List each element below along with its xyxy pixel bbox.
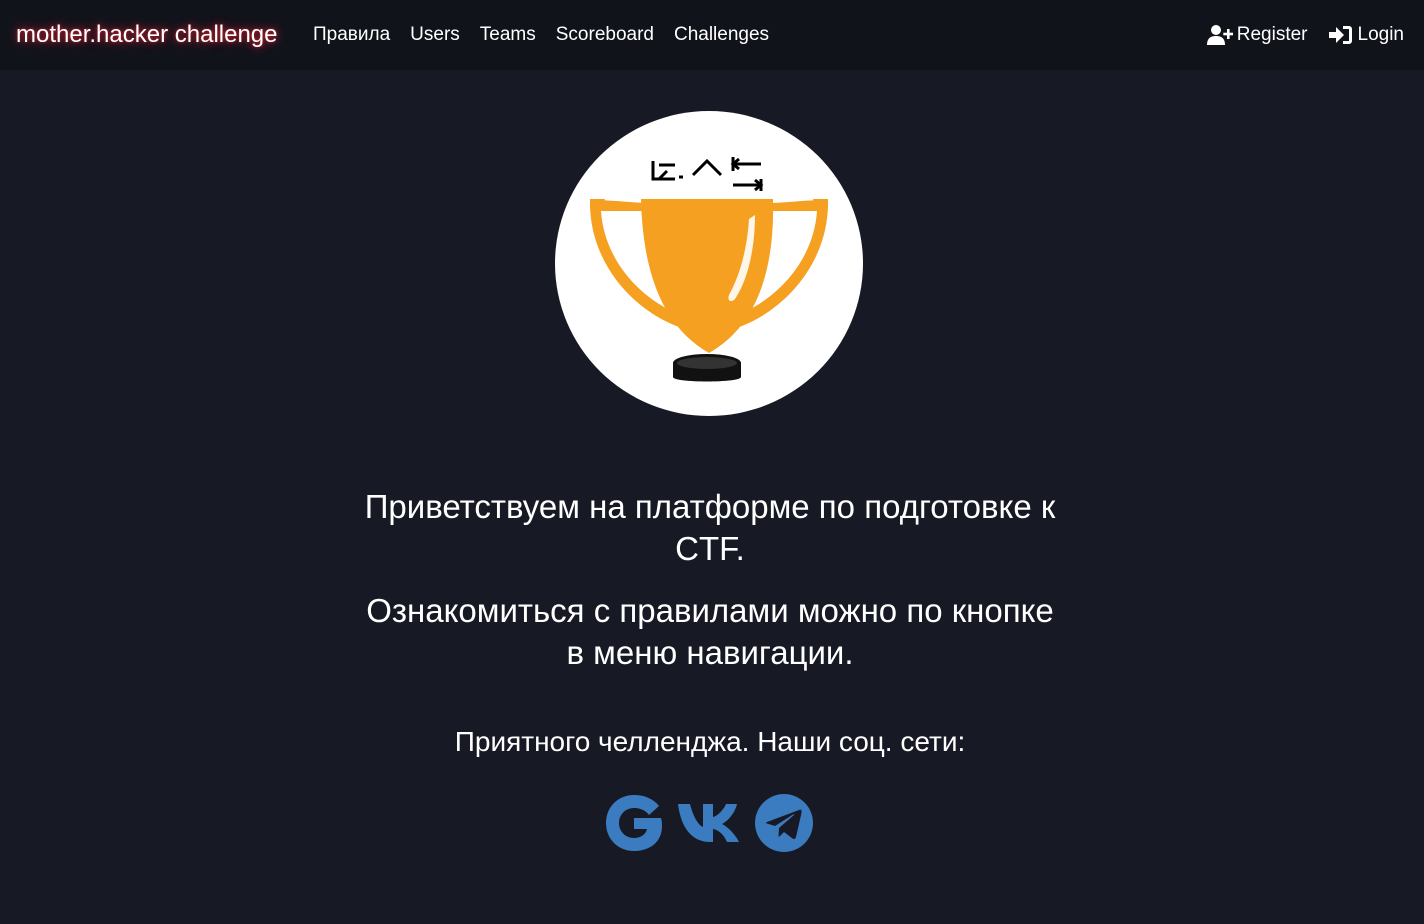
nav-link-scoreboard[interactable]: Scoreboard (546, 22, 664, 48)
register-link[interactable]: Register (1187, 22, 1308, 48)
nav-auth-links: Register Login (1187, 22, 1404, 48)
user-plus-icon (1206, 24, 1233, 46)
login-label: Login (1357, 24, 1405, 45)
social-links (604, 793, 826, 853)
register-label: Register (1236, 24, 1308, 45)
sign-in-icon (1328, 24, 1354, 46)
rules-hint-text: Ознакомиться с правилами можно по кнопке… (366, 592, 1054, 671)
welcome-text: Приветствуем на платформе по подготовке … (364, 488, 1056, 567)
social-intro-text: Приятного челленджа. Наши соц. сети: (454, 726, 966, 757)
google-link[interactable] (604, 793, 664, 853)
nav-link-challenges[interactable]: Challenges (664, 22, 779, 48)
vk-icon (678, 804, 739, 842)
brand-link[interactable]: mother.hacker challenge (16, 19, 278, 51)
nav-link-rules[interactable]: Правила (303, 22, 400, 48)
nav-main-links: Правила Users Teams Scoreboard Challenge… (303, 22, 779, 48)
logo-glyphs (651, 157, 764, 192)
vk-link[interactable] (676, 798, 742, 848)
trophy-icon (590, 157, 828, 382)
google-icon (606, 795, 662, 851)
trophy-logo (555, 111, 863, 416)
nav-link-teams[interactable]: Teams (470, 22, 546, 48)
telegram-icon (755, 794, 813, 852)
login-link[interactable]: Login (1308, 22, 1405, 48)
nav-link-users[interactable]: Users (400, 22, 470, 48)
telegram-link[interactable] (754, 793, 814, 853)
top-navbar: mother.hacker challenge Правила Users Te… (0, 0, 1424, 70)
